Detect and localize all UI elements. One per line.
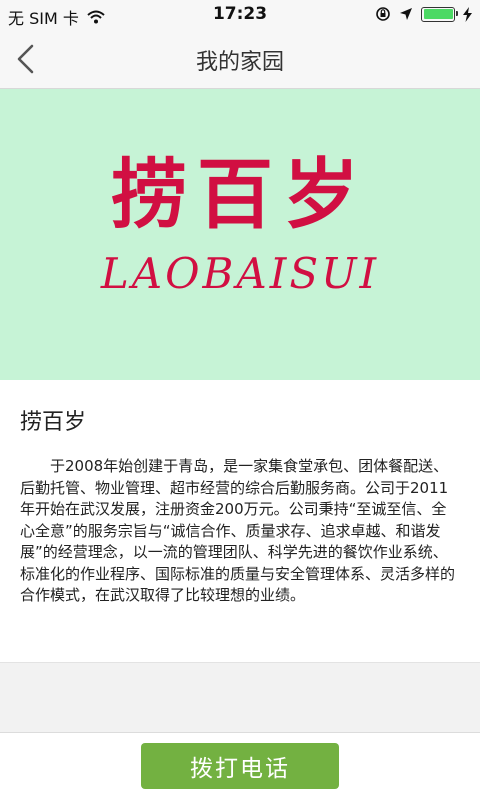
battery-cap	[456, 11, 458, 16]
battery-fill	[423, 9, 453, 19]
orientation-lock-icon	[376, 7, 390, 21]
company-name: 捞百岁	[20, 410, 87, 435]
company-logo-banner: 捞百岁 LAOBAISUI	[0, 89, 480, 380]
status-right	[375, 6, 472, 22]
battery-icon	[421, 6, 458, 22]
company-description: 于2008年始创建于青岛，是一家集食堂承包、团体餐配送、后勤托管、物业管理、超市…	[20, 457, 456, 604]
charging-icon	[463, 6, 472, 22]
nav-bar: 我的家园	[0, 30, 480, 89]
call-button[interactable]: 拨打电话	[141, 743, 339, 789]
status-bar: 无 SIM 卡 17:23	[0, 0, 480, 30]
page-title: 我的家园	[195, 50, 284, 75]
logo-english-text: LAOBAISUI	[100, 249, 380, 298]
company-info-card: 捞百岁 于2008年始创建于青岛，是一家集食堂承包、团体餐配送、后勤托管、物业管…	[0, 380, 480, 663]
bottom-bar: 拨打电话	[0, 732, 480, 801]
logo-chinese-text: 捞百岁	[111, 150, 369, 239]
location-arrow-icon	[400, 8, 412, 20]
